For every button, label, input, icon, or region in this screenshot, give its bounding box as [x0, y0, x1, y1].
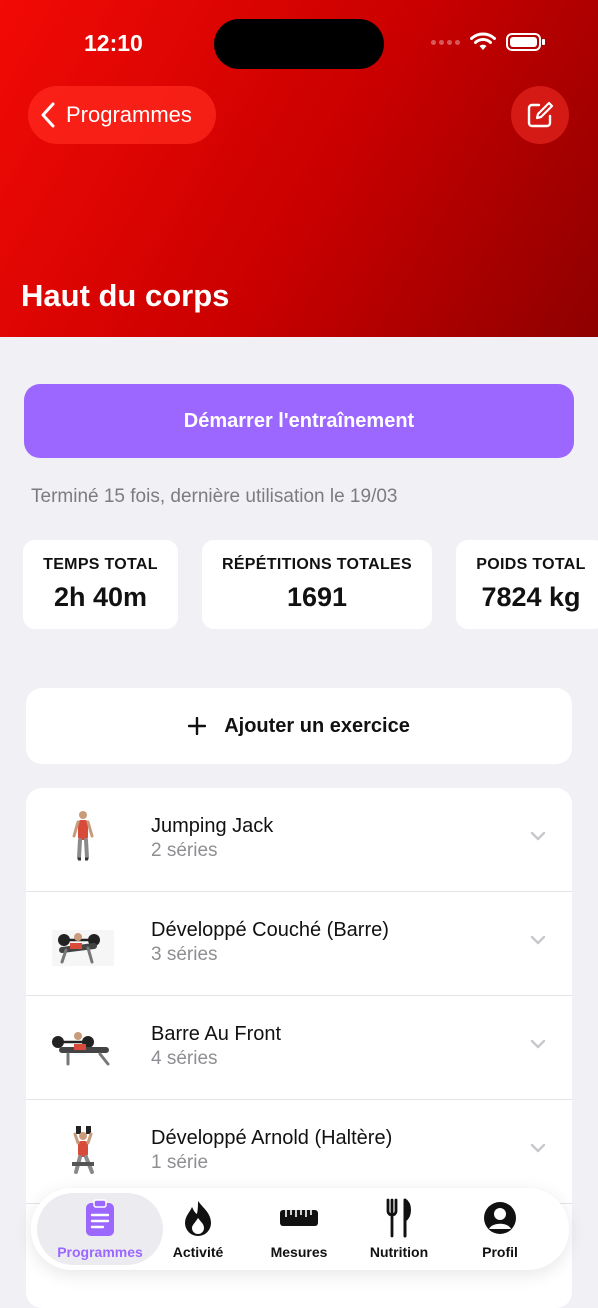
fork-knife-icon — [386, 1198, 411, 1238]
exercise-sets: 1 série — [151, 1152, 209, 1173]
exercise-sets: 2 séries — [151, 840, 218, 861]
stat-title: POIDS TOTAL — [476, 556, 586, 573]
exercise-thumbnail — [48, 1118, 118, 1184]
stat-title: TEMPS TOTAL — [43, 556, 158, 573]
stat-value: 7824 kg — [481, 582, 581, 612]
exercise-row[interactable]: Jumping Jack 2 séries — [26, 788, 572, 892]
status-time: 12:10 — [84, 30, 143, 56]
tab-nutrition[interactable]: Nutrition — [349, 1188, 449, 1270]
exercise-thumbnail — [48, 806, 118, 872]
battery-icon — [506, 33, 545, 51]
page-title: Haut du corps — [21, 278, 230, 313]
signal-icon — [431, 39, 460, 45]
flame-icon — [185, 1201, 211, 1236]
clipboard-icon — [86, 1199, 114, 1236]
tab-bar: Programmes Activité Mesures Nutrition Pr… — [31, 1188, 569, 1270]
usage-info: Terminé 15 fois, dernière utilisation le… — [31, 486, 398, 507]
chevron-down-icon[interactable] — [530, 830, 546, 842]
tab-programmes[interactable]: Programmes — [50, 1188, 150, 1270]
tab-activite[interactable]: Activité — [148, 1188, 248, 1270]
dynamic-island — [214, 19, 384, 69]
edit-icon — [527, 101, 554, 128]
exercise-name: Développé Couché (Barre) — [151, 919, 389, 941]
back-button[interactable]: Programmes — [28, 86, 216, 144]
chevron-down-icon[interactable] — [530, 1038, 546, 1050]
tab-label: Profil — [482, 1244, 518, 1260]
chevron-down-icon[interactable] — [530, 934, 546, 946]
stat-total-reps: RÉPÉTITIONS TOTALES 1691 — [202, 540, 432, 629]
plus-icon — [188, 717, 207, 735]
exercise-thumbnail — [48, 910, 118, 976]
stat-total-time: TEMPS TOTAL 2h 40m — [23, 540, 178, 629]
tab-label: Programmes — [57, 1244, 143, 1260]
exercise-sets: 4 séries — [151, 1048, 218, 1069]
exercise-row[interactable]: Développé Couché (Barre) 3 séries — [26, 892, 572, 996]
tab-profil[interactable]: Profil — [450, 1188, 550, 1270]
status-icons — [431, 32, 546, 52]
add-exercise-label: Ajouter un exercice — [224, 714, 410, 737]
exercise-row[interactable]: Barre Au Front 4 séries — [26, 996, 572, 1100]
exercise-name: Barre Au Front — [151, 1023, 282, 1045]
exercise-name: Développé Arnold (Haltère) — [151, 1127, 393, 1149]
exercise-thumbnail — [48, 1014, 118, 1080]
chevron-left-icon — [40, 102, 56, 128]
edit-button[interactable] — [511, 86, 569, 144]
person-circle-icon — [484, 1202, 516, 1234]
header: 12:10 Programmes Haut du corps — [0, 0, 598, 337]
tab-mesures[interactable]: Mesures — [249, 1188, 349, 1270]
tab-label: Nutrition — [369, 1244, 429, 1260]
add-exercise-button[interactable]: Ajouter un exercice — [26, 688, 572, 764]
tab-label: Mesures — [270, 1244, 328, 1260]
back-button-label: Programmes — [66, 102, 192, 127]
ruler-icon — [280, 1210, 318, 1226]
wifi-icon — [470, 32, 496, 50]
start-workout-button[interactable]: Démarrer l'entraînement — [24, 384, 574, 458]
stat-value: 1691 — [286, 582, 348, 612]
stat-total-weight: POIDS TOTAL 7824 kg — [456, 540, 598, 629]
stat-title: RÉPÉTITIONS TOTALES — [221, 556, 412, 573]
exercise-sets: 3 séries — [151, 944, 218, 965]
tab-label: Activité — [172, 1244, 224, 1260]
stat-value: 2h 40m — [53, 582, 148, 612]
chevron-down-icon[interactable] — [530, 1142, 546, 1154]
exercise-name: Jumping Jack — [151, 815, 274, 837]
